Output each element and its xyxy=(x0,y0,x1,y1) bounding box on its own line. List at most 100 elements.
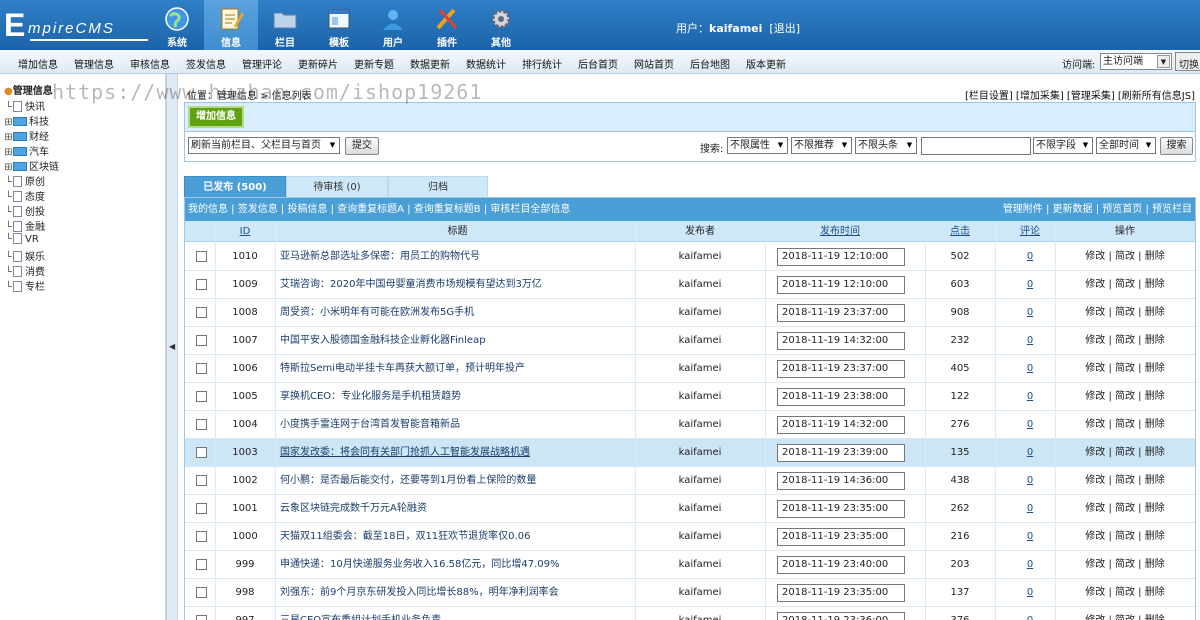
row-actions[interactable]: 修改 | 简改 | 删除 xyxy=(1055,523,1195,551)
toolbar-manage-info[interactable]: 管理信息 xyxy=(74,56,114,71)
expand-icon[interactable]: ⊞ xyxy=(4,132,13,143)
row-actions[interactable]: 修改 | 简改 | 删除 xyxy=(1055,495,1195,523)
field-filter-select[interactable]: 不限字段 ▼ xyxy=(1033,137,1093,154)
row-checkbox[interactable] xyxy=(196,587,207,598)
row-title-link[interactable]: 特斯拉Semi电动半挂卡车再获大额订单，预计明年投产 xyxy=(280,355,525,383)
row-title-link[interactable]: 享换机CEO：专业化服务是手机租赁趋势 xyxy=(280,383,461,411)
toolbar-manage-comments[interactable]: 管理评论 xyxy=(242,56,282,71)
search-button[interactable]: 搜索 xyxy=(1160,137,1193,155)
row-actions[interactable]: 修改 | 简改 | 删除 xyxy=(1055,411,1195,439)
toolbar-data-update[interactable]: 数据更新 xyxy=(410,56,450,71)
row-title-link[interactable]: 申通快递：10月快递服务业务收入16.58亿元，同比增47.09% xyxy=(280,551,559,579)
row-checkbox[interactable] xyxy=(196,447,207,458)
row-time-field[interactable]: 2018-11-19 12:10:00 xyxy=(777,248,905,266)
tree-item-vr[interactable]: └ VR xyxy=(4,233,39,245)
row-time-field[interactable]: 2018-11-19 23:35:00 xyxy=(777,528,905,546)
row-time-field[interactable]: 2018-11-19 23:36:00 xyxy=(777,612,905,620)
toolbar-update-topics[interactable]: 更新专题 xyxy=(354,56,394,71)
row-comments-link[interactable]: 0 xyxy=(1020,327,1040,355)
recommend-filter-select[interactable]: 不限推荐 ▼ xyxy=(791,137,852,154)
attribute-filter-select[interactable]: 不限属性 ▼ xyxy=(727,137,788,154)
sidebar-splitter[interactable]: ◀ xyxy=(166,74,178,620)
info-filter-links[interactable]: 我的信息 | 签发信息 | 投稿信息 | 查询重复标题A | 查询重复标题B |… xyxy=(188,198,570,221)
row-actions[interactable]: 修改 | 简改 | 删除 xyxy=(1055,271,1195,299)
row-time-field[interactable]: 2018-11-19 23:37:00 xyxy=(777,304,905,322)
tab-pending[interactable]: 待审核 (0) xyxy=(286,176,388,197)
row-title-link[interactable]: 周受资：小米明年有可能在欧洲发布5G手机 xyxy=(280,299,474,327)
row-title-link[interactable]: 云象区块链完成数千万元A轮融资 xyxy=(280,495,427,523)
logout-link[interactable]: [退出] xyxy=(769,22,800,35)
toolbar-review-info[interactable]: 审核信息 xyxy=(130,56,170,71)
column-comments[interactable]: 评论 xyxy=(1000,221,1060,242)
row-comments-link[interactable]: 0 xyxy=(1020,607,1040,620)
row-actions[interactable]: 修改 | 简改 | 删除 xyxy=(1055,355,1195,383)
time-filter-select[interactable]: 全部时间 ▼ xyxy=(1096,137,1156,154)
row-comments-link[interactable]: 0 xyxy=(1020,579,1040,607)
nav-system[interactable]: 系统 xyxy=(150,0,204,50)
row-comments-link[interactable]: 0 xyxy=(1020,495,1040,523)
tree-root[interactable]: ●管理信息 xyxy=(4,82,53,97)
nav-other[interactable]: 其他 xyxy=(474,0,528,50)
row-actions[interactable]: 修改 | 简改 | 删除 xyxy=(1055,243,1195,271)
row-time-field[interactable]: 2018-11-19 23:40:00 xyxy=(777,556,905,574)
search-input[interactable] xyxy=(921,137,1031,155)
toolbar-admin-home[interactable]: 后台首页 xyxy=(578,56,618,71)
tab-published[interactable]: 已发布 (500) xyxy=(184,176,286,197)
tree-item-xiaofei[interactable]: └ 消费 xyxy=(4,263,45,278)
column-clicks[interactable]: 点击 xyxy=(930,221,990,242)
toolbar-update-fragments[interactable]: 更新碎片 xyxy=(298,56,338,71)
row-title-link[interactable]: 中国平安入股德国金融科技企业孵化器Finleap xyxy=(280,327,486,355)
row-checkbox[interactable] xyxy=(196,363,207,374)
nav-user[interactable]: 用户 xyxy=(366,0,420,50)
row-actions[interactable]: 修改 | 简改 | 删除 xyxy=(1055,327,1195,355)
nav-plugin[interactable]: 插件 xyxy=(420,0,474,50)
row-actions[interactable]: 修改 | 简改 | 删除 xyxy=(1055,467,1195,495)
row-actions[interactable]: 修改 | 简改 | 删除 xyxy=(1055,579,1195,607)
row-actions[interactable]: 修改 | 简改 | 删除 xyxy=(1055,299,1195,327)
row-comments-link[interactable]: 0 xyxy=(1020,355,1040,383)
column-id[interactable]: ID xyxy=(215,221,275,242)
visit-select[interactable]: 主访问端 ▼ xyxy=(1100,53,1172,70)
expand-icon[interactable]: ⊞ xyxy=(4,147,13,158)
expand-icon[interactable]: ⊞ xyxy=(4,162,13,173)
tree-item-qukuailian[interactable]: ⊞ 区块链 xyxy=(4,158,59,173)
toolbar-sign-info[interactable]: 签发信息 xyxy=(186,56,226,71)
row-actions[interactable]: 修改 | 简改 | 删除 xyxy=(1055,607,1195,620)
row-time-field[interactable]: 2018-11-19 12:10:00 xyxy=(777,276,905,294)
row-time-field[interactable]: 2018-11-19 23:35:00 xyxy=(777,500,905,518)
tree-item-yule[interactable]: └ 娱乐 xyxy=(4,248,45,263)
row-comments-link[interactable]: 0 xyxy=(1020,411,1040,439)
nav-info[interactable]: 信息 xyxy=(204,0,258,50)
toolbar-ranking-stats[interactable]: 排行统计 xyxy=(522,56,562,71)
row-comments-link[interactable]: 0 xyxy=(1020,383,1040,411)
row-title-link[interactable]: 刘强东：前9个月京东研发投入同比增长88%，明年净利润率会 xyxy=(280,579,559,607)
column-action-links[interactable]: [栏目设置] [增加采集] [管理采集] [刷新所有信息JS] xyxy=(965,87,1195,102)
row-time-field[interactable]: 2018-11-19 14:32:00 xyxy=(777,332,905,350)
row-checkbox[interactable] xyxy=(196,251,207,262)
row-comments-link[interactable]: 0 xyxy=(1020,439,1040,467)
row-checkbox[interactable] xyxy=(196,279,207,290)
toolbar-add-info[interactable]: 增加信息 xyxy=(18,56,58,71)
switch-button[interactable]: 切换 xyxy=(1175,52,1200,71)
refresh-select[interactable]: 刷新当前栏目、父栏目与首页 ▼ xyxy=(188,137,340,154)
tree-item-jinrong[interactable]: └ 金融 xyxy=(4,218,45,233)
toolbar-data-stats[interactable]: 数据统计 xyxy=(466,56,506,71)
row-comments-link[interactable]: 0 xyxy=(1020,551,1040,579)
tree-item-taidu[interactable]: └ 态度 xyxy=(4,188,45,203)
row-title-link[interactable]: 三星CEO宣布重组计划手机业务负责 xyxy=(280,607,441,620)
row-actions[interactable]: 修改 | 简改 | 删除 xyxy=(1055,383,1195,411)
toolbar-version-update[interactable]: 版本更新 xyxy=(746,56,786,71)
row-title-link[interactable]: 何小鹏：是否最后能交付，还要等到1月份看上保险的数量 xyxy=(280,467,536,495)
row-actions[interactable]: 修改 | 简改 | 删除 xyxy=(1055,439,1195,467)
table-tool-links[interactable]: 管理附件 | 更新数据 | 预览首页 | 预览栏目 xyxy=(1003,198,1192,221)
row-title-link[interactable]: 国家发改委：将会同有关部门抢抓人工智能发展战略机遇 xyxy=(280,439,530,467)
row-checkbox[interactable] xyxy=(196,531,207,542)
row-checkbox[interactable] xyxy=(196,503,207,514)
row-time-field[interactable]: 2018-11-19 23:39:00 xyxy=(777,444,905,462)
row-checkbox[interactable] xyxy=(196,391,207,402)
row-checkbox[interactable] xyxy=(196,419,207,430)
row-comments-link[interactable]: 0 xyxy=(1020,299,1040,327)
tab-archive[interactable]: 归档 xyxy=(388,176,488,197)
row-actions[interactable]: 修改 | 简改 | 删除 xyxy=(1055,551,1195,579)
tree-item-yuanchuang[interactable]: └ 原创 xyxy=(4,173,45,188)
